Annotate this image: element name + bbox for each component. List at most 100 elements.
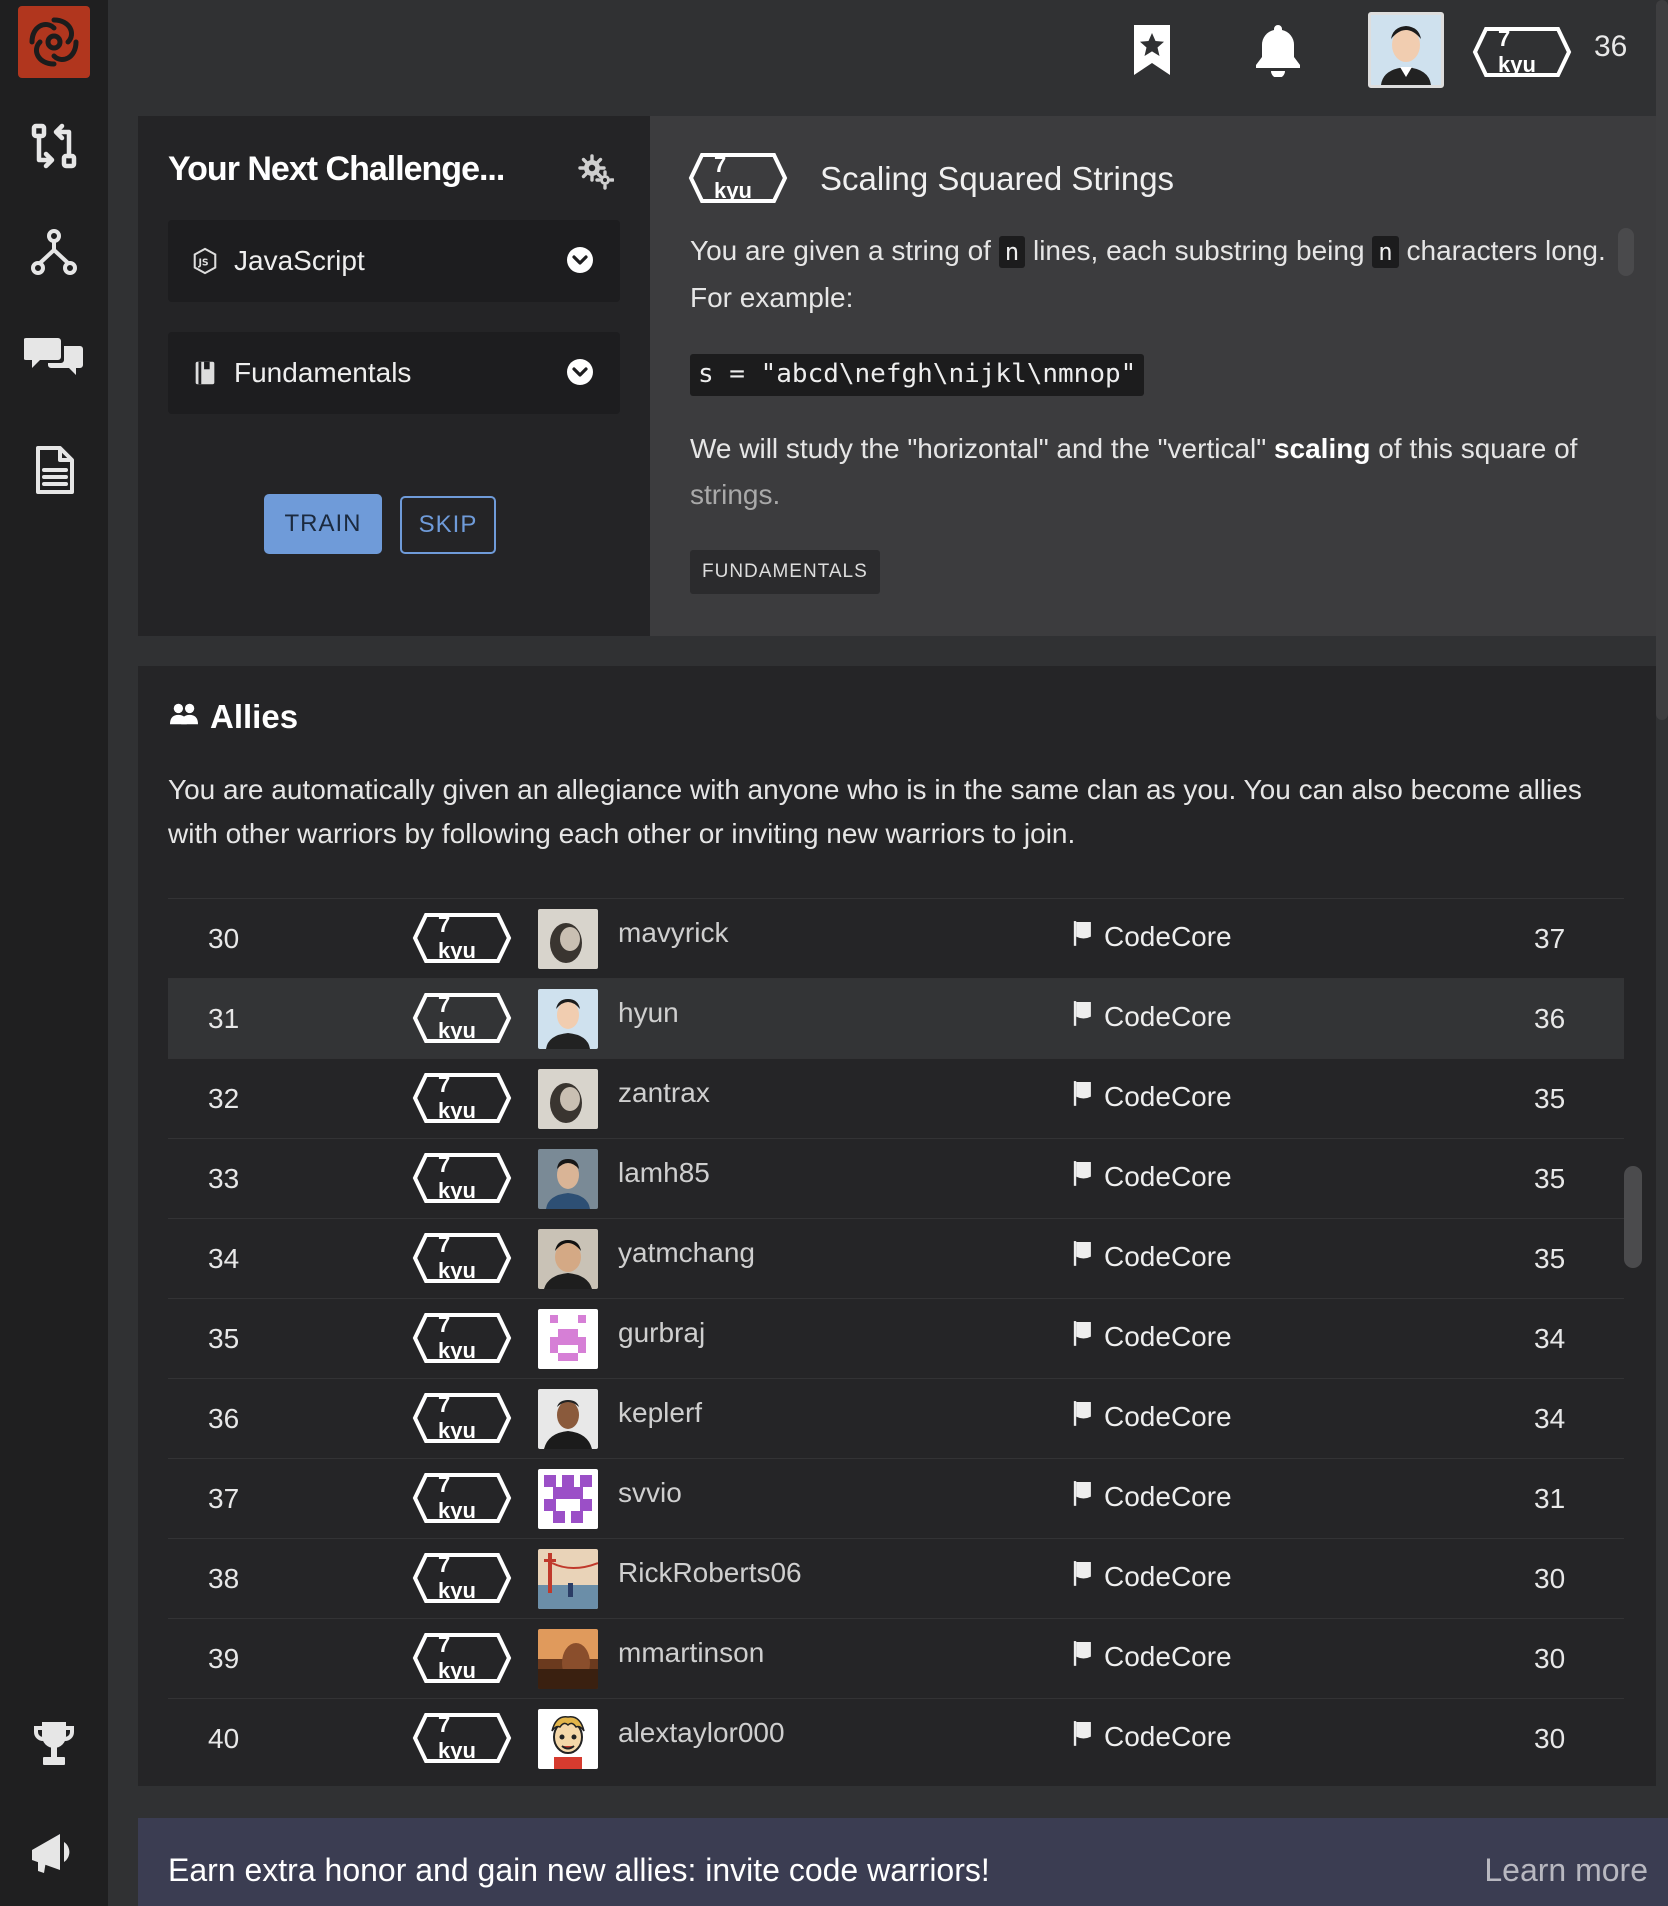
- docs-icon[interactable]: [22, 438, 86, 502]
- kata-tree-icon[interactable]: [22, 220, 86, 284]
- allies-title: Allies: [168, 698, 298, 736]
- table-row[interactable]: 33 7 kyu lamh85 CodeCore 35: [168, 1138, 1624, 1218]
- allies-title-text: Allies: [210, 698, 299, 735]
- clan-cell: CodeCore: [1072, 1239, 1232, 1274]
- position-cell: 35: [208, 1322, 240, 1354]
- honor-cell: 30: [1534, 1562, 1566, 1594]
- honor-cell: 36: [1534, 1002, 1566, 1034]
- kata-rank-badge: 7 kyu: [688, 152, 788, 204]
- avatar[interactable]: [538, 1229, 598, 1289]
- avatar[interactable]: [538, 1469, 598, 1529]
- avatar[interactable]: [538, 1549, 598, 1609]
- username-link[interactable]: mmartinson: [618, 1637, 764, 1669]
- rank-badge: 7 kyu: [412, 1552, 512, 1604]
- kata-title[interactable]: Scaling Squared Strings: [820, 160, 1174, 198]
- discuss-icon[interactable]: [22, 324, 86, 388]
- learn-more-link[interactable]: Learn more: [1484, 1852, 1648, 1889]
- clan-cell: CodeCore: [1072, 1559, 1232, 1594]
- table-row[interactable]: 39 7 kyu mmartinson CodeCore 30: [168, 1618, 1624, 1698]
- flag-icon: [1072, 1639, 1094, 1674]
- leaderboard-trophy-icon[interactable]: [22, 1712, 86, 1776]
- avatar[interactable]: [538, 1149, 598, 1209]
- table-row[interactable]: 32 7 kyu zantrax CodeCore 35: [168, 1058, 1624, 1138]
- honor-cell: 30: [1534, 1722, 1566, 1754]
- language-select[interactable]: JS JavaScript: [168, 220, 620, 302]
- page-scrollbar[interactable]: [1656, 0, 1668, 720]
- clan-cell: CodeCore: [1072, 1639, 1232, 1674]
- avatar[interactable]: [538, 1389, 598, 1449]
- inline-code: n: [998, 236, 1026, 268]
- clan-name: CodeCore: [1104, 1240, 1232, 1272]
- desc-text: lines, each substring being: [1025, 235, 1373, 266]
- kata-tag[interactable]: FUNDAMENTALS: [690, 550, 880, 594]
- clan-name: CodeCore: [1104, 1640, 1232, 1672]
- avatar[interactable]: [538, 1709, 598, 1769]
- desc-text: of this square of: [1370, 433, 1578, 464]
- chevron-down-icon: [566, 246, 594, 274]
- honor-cell: 34: [1534, 1322, 1566, 1354]
- user-avatar[interactable]: [1368, 12, 1444, 88]
- avatar[interactable]: [538, 1629, 598, 1689]
- table-row[interactable]: 40 7 kyu alextaylor000 CodeCore 30: [168, 1698, 1624, 1778]
- table-row[interactable]: 38 7 kyu RickRoberts06 CodeCore 30: [168, 1538, 1624, 1618]
- rank-label: 7 kyu: [438, 1712, 476, 1763]
- rank-label: 7 kyu: [438, 1152, 476, 1203]
- username-link[interactable]: svvio: [618, 1477, 682, 1509]
- username-link[interactable]: mavyrick: [618, 917, 728, 949]
- codewars-logo[interactable]: [18, 6, 90, 78]
- table-row[interactable]: 30 7 kyu mavyrick CodeCore 37: [168, 898, 1624, 978]
- code-example: s = "abcd\nefgh\nijkl\nmnop": [690, 354, 1145, 396]
- username-link[interactable]: hyun: [618, 997, 679, 1029]
- allies-scrollbar[interactable]: [1624, 1166, 1642, 1268]
- avatar[interactable]: [538, 1309, 598, 1369]
- desc-text-faded: strings.: [690, 479, 781, 510]
- avatar[interactable]: [538, 989, 598, 1049]
- announce-megaphone-icon[interactable]: [22, 1820, 86, 1884]
- table-row[interactable]: 31 7 kyu hyun CodeCore 36: [168, 978, 1624, 1058]
- avatar[interactable]: [538, 1069, 598, 1129]
- table-row[interactable]: 35 7 kyu gurbraj CodeCore 34: [168, 1298, 1624, 1378]
- rank-label: 7 kyu: [438, 1552, 476, 1603]
- position-cell: 40: [208, 1722, 240, 1754]
- position-cell: 32: [208, 1082, 240, 1114]
- gear-icon[interactable]: [578, 154, 615, 190]
- clan-cell: CodeCore: [1072, 999, 1232, 1034]
- user-honor: 36: [1594, 30, 1628, 63]
- rank-badge: 7 kyu: [412, 1712, 512, 1764]
- user-rank-badge: 7 kyu: [1472, 26, 1572, 78]
- honor-cell: 35: [1534, 1162, 1566, 1194]
- table-row[interactable]: 34 7 kyu yatmchang CodeCore 35: [168, 1218, 1624, 1298]
- username-link[interactable]: alextaylor000: [618, 1717, 785, 1749]
- flag-icon: [1072, 1479, 1094, 1514]
- table-row[interactable]: 37 7 kyu svvio CodeCore 31: [168, 1458, 1624, 1538]
- skip-button[interactable]: SKIP: [400, 496, 496, 554]
- practice-icon[interactable]: [22, 114, 86, 178]
- next-challenge-panel: Your Next Challenge... JS JavaScript Fun…: [138, 116, 650, 636]
- desc-bold: scaling: [1273, 433, 1371, 464]
- description-scrollbar[interactable]: [1618, 228, 1634, 276]
- rank-badge: 7 kyu: [412, 1632, 512, 1684]
- rank-badge: 7 kyu: [412, 1072, 512, 1124]
- username-link[interactable]: lamh85: [618, 1157, 710, 1189]
- users-icon: [168, 698, 200, 736]
- clan-name: CodeCore: [1104, 1000, 1232, 1032]
- allies-table: 30 7 kyu mavyrick CodeCore 37 31 7 kyu hyun Code…: [168, 898, 1624, 1778]
- bell-icon[interactable]: [1248, 20, 1308, 80]
- focus-select[interactable]: Fundamentals: [168, 332, 620, 414]
- train-button[interactable]: TRAIN: [264, 494, 382, 554]
- clan-cell: CodeCore: [1072, 1079, 1232, 1114]
- allies-description: You are automatically given an allegianc…: [168, 774, 1582, 849]
- bookmark-star-icon[interactable]: [1122, 20, 1182, 80]
- javascript-icon: JS: [188, 244, 222, 278]
- username-link[interactable]: zantrax: [618, 1077, 710, 1109]
- clan-name: CodeCore: [1104, 1720, 1232, 1752]
- username-link[interactable]: yatmchang: [618, 1237, 755, 1269]
- username-link[interactable]: keplerf: [618, 1397, 702, 1429]
- table-row[interactable]: 36 7 kyu keplerf CodeCore 34: [168, 1378, 1624, 1458]
- honor-cell: 35: [1534, 1242, 1566, 1274]
- avatar[interactable]: [538, 909, 598, 969]
- username-link[interactable]: gurbraj: [618, 1317, 705, 1349]
- username-link[interactable]: RickRoberts06: [618, 1557, 802, 1589]
- kata-description: You are given a string of n lines, each …: [690, 228, 1610, 321]
- position-cell: 36: [208, 1402, 240, 1434]
